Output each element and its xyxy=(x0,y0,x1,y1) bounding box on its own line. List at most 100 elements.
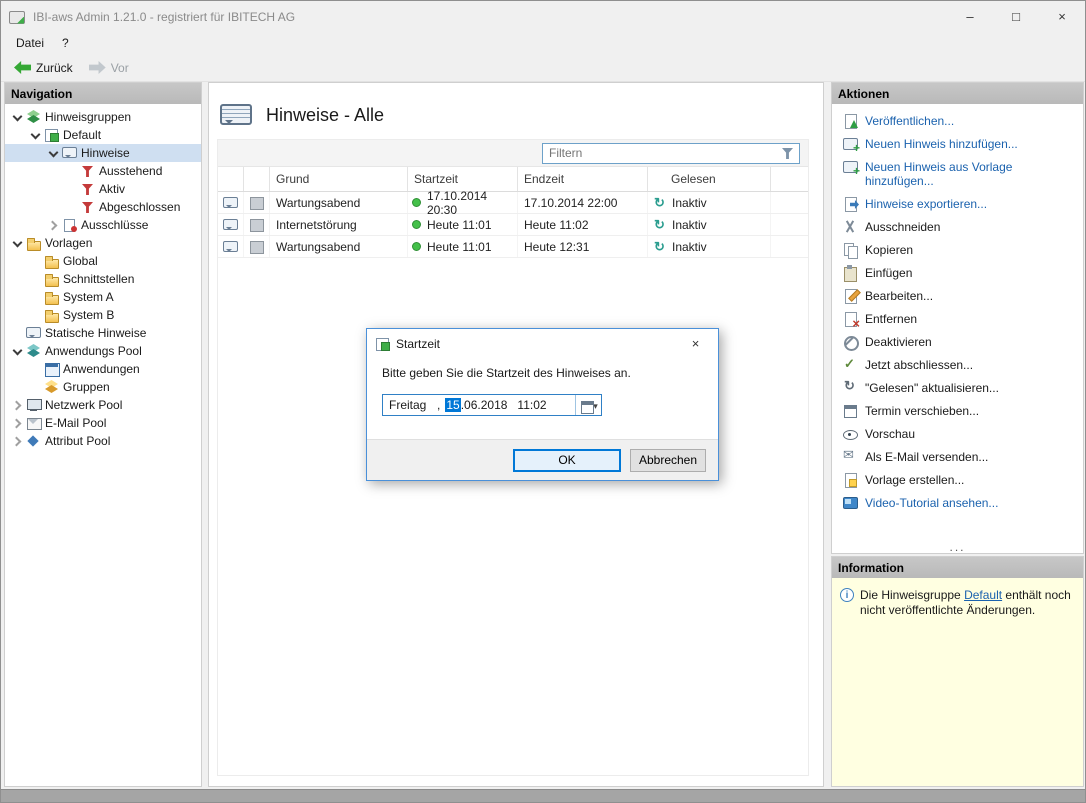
action-neuer-hinweis[interactable]: Neuen Hinweis hinzufügen... xyxy=(842,136,1075,151)
expander-down-icon[interactable] xyxy=(29,129,41,141)
datetime-monthyear[interactable]: .06.2018 xyxy=(461,398,508,412)
expander-right-icon[interactable] xyxy=(11,435,23,447)
expander-down-icon[interactable] xyxy=(11,111,23,123)
filter-input[interactable] xyxy=(543,146,780,160)
column-header-endzeit[interactable]: Endzeit xyxy=(518,167,648,191)
tree-item-aktiv[interactable]: Aktiv xyxy=(5,180,201,198)
expander-placeholder xyxy=(29,273,41,285)
tree-item-system-a[interactable]: System A xyxy=(5,288,201,306)
tree-item-gruppen[interactable]: Gruppen xyxy=(5,378,201,396)
filter-funnel-icon[interactable] xyxy=(780,146,795,160)
anwendungen-icon xyxy=(44,362,59,376)
action-hinweise-exportieren[interactable]: Hinweise exportieren... xyxy=(842,196,1075,211)
actions-overflow-indicator[interactable]: ... xyxy=(832,542,1083,552)
tree-item-statische-hinweise[interactable]: Statische Hinweise xyxy=(5,324,201,342)
statische-hinweise-icon xyxy=(26,326,41,340)
menu-bar: Datei ? xyxy=(1,32,1085,54)
folder-icon xyxy=(44,308,59,322)
default-group-link[interactable]: Default xyxy=(964,588,1002,602)
action-bearbeiten[interactable]: Bearbeiten... xyxy=(842,288,1075,303)
action-video-tutorial[interactable]: Video-Tutorial ansehen... xyxy=(842,495,1075,510)
datetime-dropdown-button[interactable] xyxy=(575,395,601,415)
tree-item-abgeschlossen[interactable]: Abgeschlossen xyxy=(5,198,201,216)
action-entfernen[interactable]: Entfernen xyxy=(842,311,1075,326)
action-hinweis-aus-vorlage[interactable]: Neuen Hinweis aus Vorlage hinzufügen... xyxy=(842,159,1075,188)
tree-item-email-pool[interactable]: E-Mail Pool xyxy=(5,414,201,432)
tree-item-netzwerk-pool[interactable]: Netzwerk Pool xyxy=(5,396,201,414)
menu-help[interactable]: ? xyxy=(53,33,78,53)
action-ausschneiden[interactable]: Ausschneiden xyxy=(842,219,1075,234)
window-controls: – □ × xyxy=(947,1,1085,32)
expander-right-icon[interactable] xyxy=(47,219,59,231)
expander-down-icon[interactable] xyxy=(47,147,59,159)
action-vorschau[interactable]: Vorschau xyxy=(842,426,1075,441)
tree-item-hinweise[interactable]: Hinweise xyxy=(5,144,201,162)
table-row[interactable]: Internetstörung Heute 11:01 Heute 11:02 … xyxy=(218,214,808,236)
column-header-display-icon[interactable] xyxy=(244,167,270,191)
table-row[interactable]: Wartungsabend 17.10.2014 20:30 17.10.201… xyxy=(218,192,808,214)
action-termin-verschieben[interactable]: Termin verschieben... xyxy=(842,403,1075,418)
column-header-type-icon[interactable] xyxy=(218,167,244,191)
expander-right-icon[interactable] xyxy=(11,399,23,411)
tree-item-global[interactable]: Global xyxy=(5,252,201,270)
preview-icon xyxy=(842,426,858,441)
datetime-time[interactable]: 11:02 xyxy=(517,398,546,412)
datetime-picker[interactable]: Freitag , 15 .06.2018 11:02 xyxy=(382,394,602,416)
tree-item-vorlagen[interactable]: Vorlagen xyxy=(5,234,201,252)
hinweis-icon xyxy=(223,240,238,254)
action-vorlage-erstellen[interactable]: Vorlage erstellen... xyxy=(842,472,1075,487)
netzwerk-pool-icon xyxy=(26,398,41,412)
expander-right-icon[interactable] xyxy=(11,417,23,429)
tree-item-ausschluesse[interactable]: Ausschlüsse xyxy=(5,216,201,234)
column-header-startzeit[interactable]: Startzeit xyxy=(408,167,518,191)
tree-item-default[interactable]: Default xyxy=(5,126,201,144)
minimize-button[interactable]: – xyxy=(947,1,993,32)
tree-item-ausstehend[interactable]: Ausstehend xyxy=(5,162,201,180)
datetime-separator: , xyxy=(437,398,440,412)
expander-placeholder xyxy=(65,165,77,177)
close-button[interactable]: × xyxy=(1039,1,1085,32)
action-als-email-versenden[interactable]: Als E-Mail versenden... xyxy=(842,449,1075,464)
back-button[interactable]: Zurück xyxy=(7,58,80,78)
cancel-button[interactable]: Abbrechen xyxy=(630,449,706,472)
expander-placeholder xyxy=(65,201,77,213)
dialog-title-bar[interactable]: Startzeit × xyxy=(367,329,718,358)
action-gelesen-aktualisieren[interactable]: "Gelesen" aktualisieren... xyxy=(842,380,1075,395)
action-deaktivieren[interactable]: Deaktivieren xyxy=(842,334,1075,349)
column-header-grund[interactable]: Grund xyxy=(270,167,408,191)
action-jetzt-abschliessen[interactable]: Jetzt abschliessen... xyxy=(842,357,1075,372)
tree-item-anwendungs-pool[interactable]: Anwendungs Pool xyxy=(5,342,201,360)
display-mode-icon xyxy=(249,218,264,232)
edit-icon xyxy=(842,288,858,303)
tree-item-schnittstellen[interactable]: Schnittstellen xyxy=(5,270,201,288)
dialog-title: Startzeit xyxy=(396,337,440,351)
action-veroeffentlichen[interactable]: Veröffentlichen... xyxy=(842,113,1075,128)
menu-datei[interactable]: Datei xyxy=(7,33,53,53)
ok-button[interactable]: OK xyxy=(513,449,621,472)
action-kopieren[interactable]: Kopieren xyxy=(842,242,1075,257)
tree-item-attribut-pool[interactable]: Attribut Pool xyxy=(5,432,201,450)
hinweisgruppen-icon xyxy=(26,110,41,124)
hinweis-icon xyxy=(223,196,238,210)
title-bar[interactable]: IBI-aws Admin 1.21.0 - registriert für I… xyxy=(1,1,1085,32)
action-einfuegen[interactable]: Einfügen xyxy=(842,265,1075,280)
tree-item-anwendungen[interactable]: Anwendungen xyxy=(5,360,201,378)
datetime-dayname[interactable]: Freitag xyxy=(389,398,435,412)
deactivate-icon xyxy=(842,334,858,349)
maximize-button[interactable]: □ xyxy=(993,1,1039,32)
datetime-day-selected[interactable]: 15 xyxy=(445,398,460,412)
dialog-close-button[interactable]: × xyxy=(673,329,718,358)
filter-icon xyxy=(80,200,95,214)
forward-button[interactable]: Vor xyxy=(82,58,136,78)
window-title: IBI-aws Admin 1.21.0 - registriert für I… xyxy=(33,10,295,24)
column-header-gelesen[interactable]: Gelesen xyxy=(648,167,771,191)
tree-item-hinweisgruppen[interactable]: Hinweisgruppen xyxy=(5,108,201,126)
action-label: Jetzt abschliessen... xyxy=(865,357,973,372)
action-label: Neuen Hinweis aus Vorlage hinzufügen... xyxy=(865,159,1075,188)
expander-down-icon[interactable] xyxy=(11,237,23,249)
forward-arrow-icon xyxy=(89,61,106,74)
tree-item-system-b[interactable]: System B xyxy=(5,306,201,324)
action-label: Deaktivieren xyxy=(865,334,932,349)
table-row[interactable]: Wartungsabend Heute 11:01 Heute 12:31 In… xyxy=(218,236,808,258)
expander-down-icon[interactable] xyxy=(11,345,23,357)
